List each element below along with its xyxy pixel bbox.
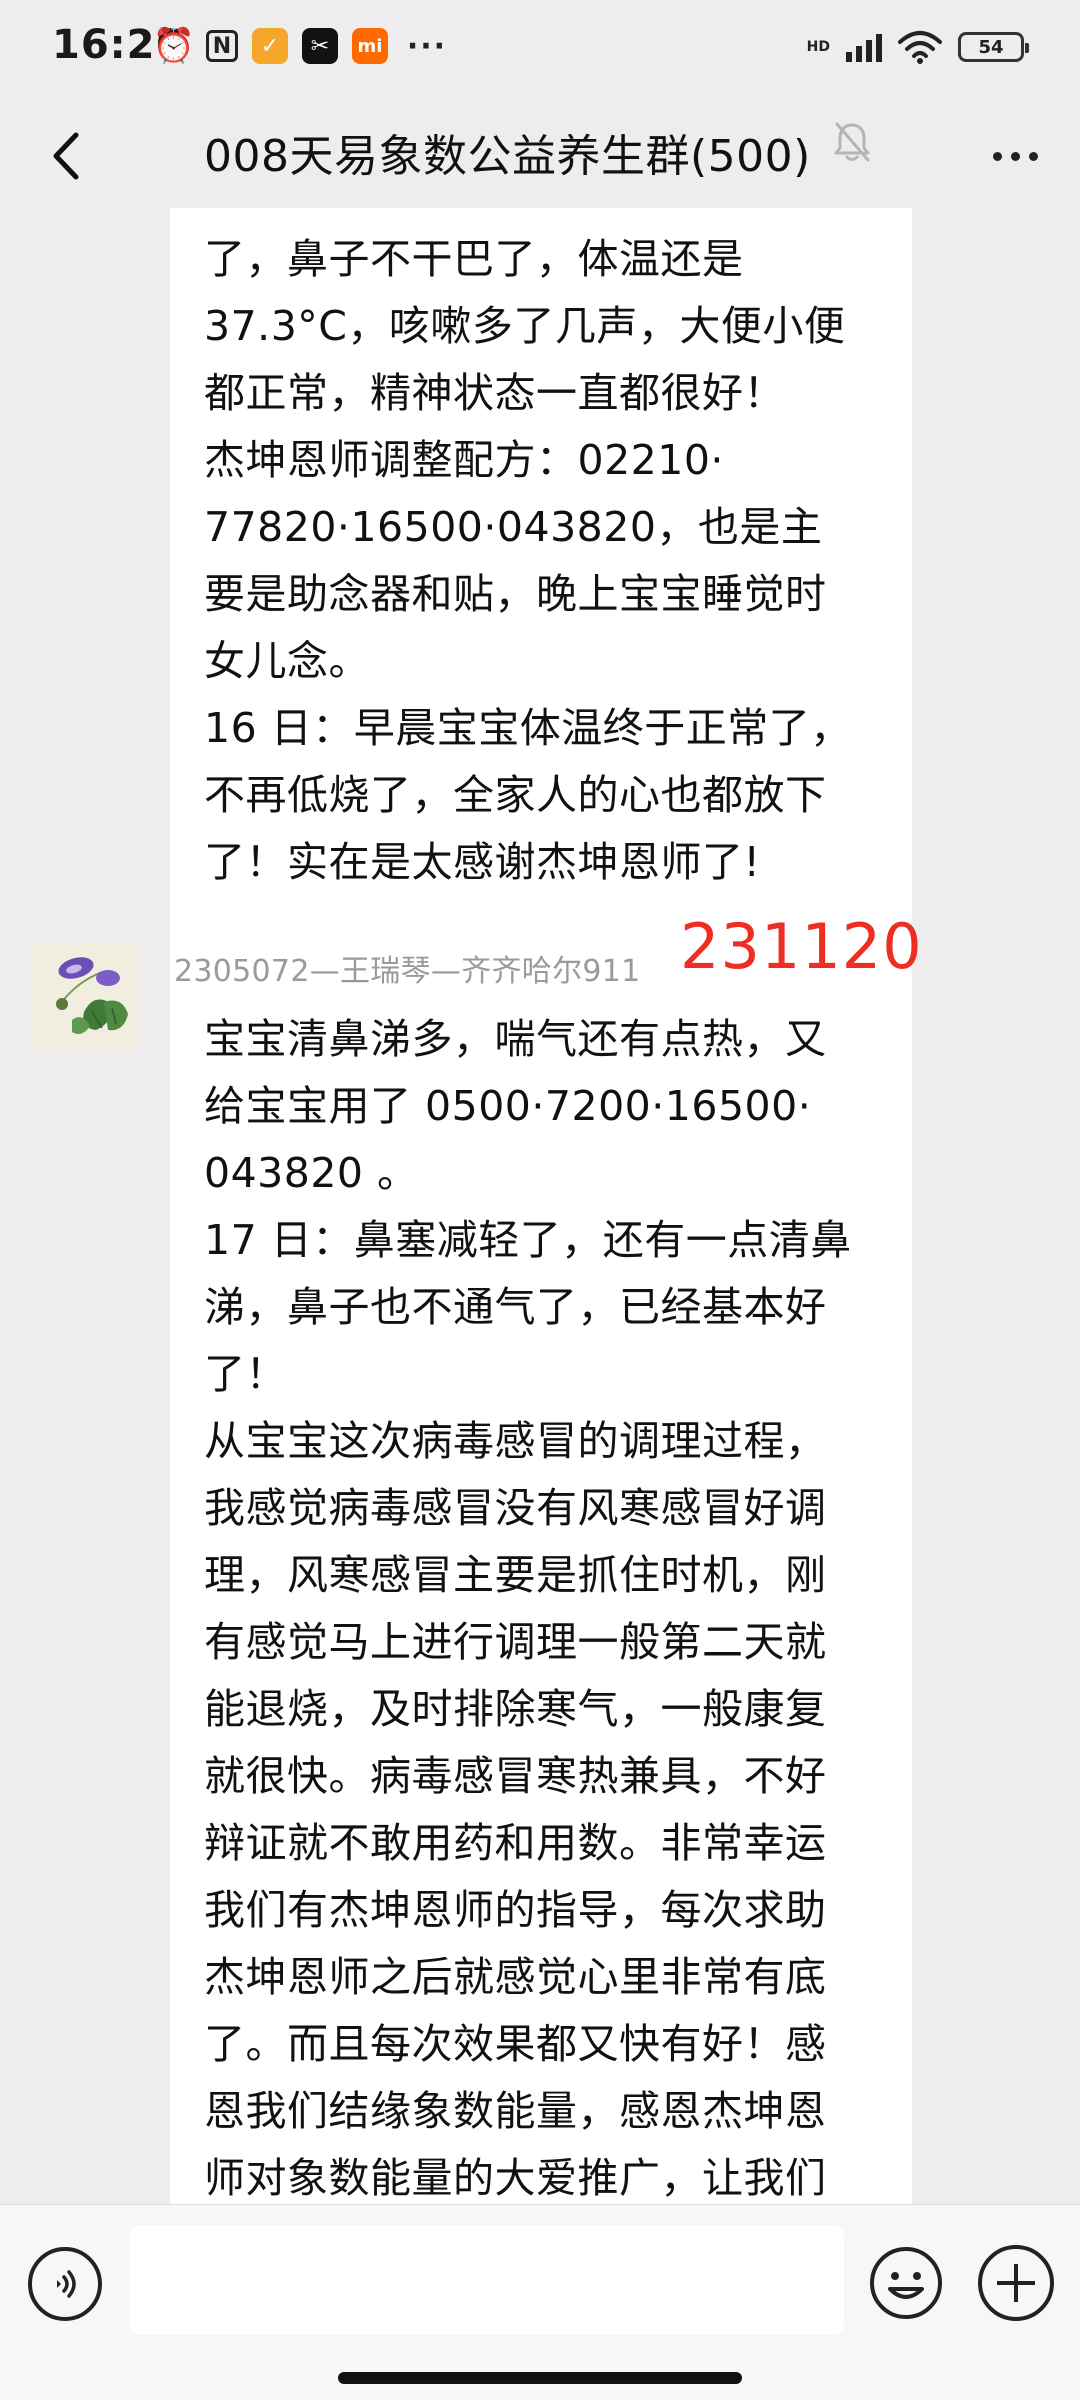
red-annotation: 231120: [680, 910, 923, 983]
notification-icons: ⏰ N ✓ ✂ mi ···: [152, 26, 452, 66]
message-line: 都正常，精神状态一直都很好！: [204, 369, 785, 417]
message-line: 我感觉病毒感冒没有风寒感冒好调: [204, 1484, 827, 1532]
sender-name[interactable]: 2305072—王瑞琴—齐齐哈尔911: [174, 946, 641, 990]
message-line: 杰坤恩师之后就感觉心里非常有底: [204, 1953, 827, 2001]
bell-off-icon: [834, 122, 870, 162]
message-line: 16 日：早晨宝宝体温终于正常了，: [204, 704, 852, 752]
message-line: 了，鼻子不干巴了，体温还是: [204, 235, 744, 283]
alarm-icon: ⏰: [152, 26, 196, 66]
message-list[interactable]: 了，鼻子不干巴了，体温还是 37.3°C，咳嗽多了几声，大便小便 都正常，精神状…: [0, 208, 1080, 2204]
message-line: 从宝宝这次病毒感冒的调理过程，: [204, 1417, 827, 1465]
nfc-icon: N: [206, 30, 238, 62]
message-line: 女儿念。: [204, 637, 370, 685]
message-line: 能退烧，及时排除寒气，一般康复: [204, 1685, 827, 1733]
mi-icon: mi: [352, 28, 388, 64]
more-notifications-icon: ···: [406, 28, 448, 64]
system-indicators: HD 54: [806, 30, 1029, 64]
message-line: 辩证就不敢用药和用数。非常幸运: [204, 1819, 827, 1867]
message-line: 师对象数能量的大爱推广，让我们: [204, 2154, 827, 2202]
plus-button[interactable]: [978, 2245, 1054, 2321]
message-line: 了。而且每次效果都又快有好！感: [204, 2020, 827, 2068]
voice-button[interactable]: [28, 2247, 102, 2321]
message-line: 要是助念器和贴，晚上宝宝睡觉时: [204, 570, 827, 618]
message-line: 了！实在是太感谢杰坤恩师了!: [204, 838, 761, 886]
message-line: 043820 。: [204, 1149, 419, 1197]
chat-title: 008天易象数公益养生群(500): [204, 131, 811, 182]
message-line: 杰坤恩师调整配方：02210·: [204, 436, 724, 484]
more-dots-icon: [992, 151, 1002, 161]
wifi-icon: [898, 31, 942, 64]
battery-icon: 54: [958, 32, 1029, 62]
capcut-icon: ✂: [302, 28, 338, 64]
network-type-label: HD: [806, 39, 830, 55]
message-line: 有感觉马上进行调理一般第二天就: [204, 1618, 827, 1666]
message-line: 恩我们结缘象数能量，感恩杰坤恩: [204, 2087, 827, 2135]
back-button[interactable]: [34, 124, 98, 188]
chat-header: 008天易象数公益养生群(500): [0, 104, 1080, 208]
home-indicator[interactable]: [338, 2372, 742, 2384]
signal-icon: [846, 32, 882, 62]
message-line: 涕，鼻子也不通气了，已经基本好: [204, 1283, 827, 1331]
avatar[interactable]: [32, 942, 140, 1050]
message-line: 77820·16500·043820，也是主: [204, 503, 823, 551]
message-line: 给宝宝用了 0500·7200·16500·: [204, 1082, 812, 1130]
payment-app-icon: ✓: [252, 28, 288, 64]
message-input[interactable]: [130, 2225, 844, 2335]
emoji-icon[interactable]: [868, 2245, 944, 2321]
message-line: 了！: [204, 1350, 287, 1398]
message-line: 37.3°C，咳嗽多了几声，大便小便: [204, 302, 846, 350]
message-line: 理，风寒感冒主要是抓住时机，刚: [204, 1551, 827, 1599]
voice-icon: [57, 2270, 76, 2298]
status-bar: 16:26 ⏰ N ✓ ✂ mi ··· HD 54: [0, 0, 1080, 104]
message-line: 我们有杰坤恩师的指导，每次求助: [204, 1886, 827, 1934]
back-arrow-icon: [53, 132, 79, 180]
input-bar: [0, 2204, 1080, 2400]
message-bubble[interactable]: 宝宝清鼻涕多，喘气还有点热，又 给宝宝用了 0500·7200·16500· 0…: [170, 988, 912, 2204]
flower-avatar-icon: [32, 942, 140, 1050]
message-line: 不再低烧了，全家人的心也都放下: [204, 771, 827, 819]
more-options-button[interactable]: [980, 126, 1050, 186]
message-line: 宝宝清鼻涕多，喘气还有点热，又: [204, 1015, 827, 1063]
message-line: 就很快。病毒感冒寒热兼具，不好: [204, 1752, 827, 1800]
chat-screen: 16:26 ⏰ N ✓ ✂ mi ··· HD 54 008天易象数公益养生群(…: [0, 0, 1080, 2400]
message-line: 17 日：鼻塞减轻了，还有一点清鼻: [204, 1216, 852, 1264]
